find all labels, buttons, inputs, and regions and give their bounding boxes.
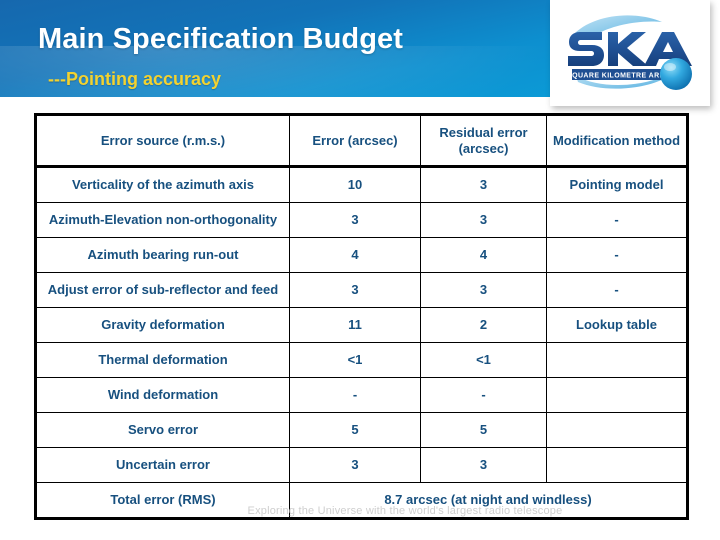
cell-error-source: Azimuth-Elevation non-orthogonality [35, 202, 290, 238]
table-row: Verticality of the azimuth axis 10 3 Poi… [35, 166, 688, 203]
cell-modification-method [546, 447, 688, 483]
ska-logo: SQUARE KILOMETRE ARRAY [567, 15, 692, 90]
cell-residual-error: 2 [420, 307, 547, 343]
cell-modification-method [546, 342, 688, 378]
cell-error: 3 [289, 202, 421, 238]
table-row: Azimuth bearing run-out 4 4 - [35, 237, 688, 273]
cell-error-source: Gravity deformation [35, 307, 290, 343]
cell-error: 4 [289, 237, 421, 273]
cell-modification-method: - [546, 237, 688, 273]
specification-budget-table: Error source (r.m.s.) Error (arcsec) Res… [34, 113, 689, 520]
cell-modification-method [546, 412, 688, 448]
cell-modification-method: Pointing model [546, 166, 688, 203]
cell-error: 3 [289, 447, 421, 483]
cell-modification-method [546, 377, 688, 413]
column-header-residual-error: Residual error (arcsec) [420, 114, 547, 168]
page-subtitle: ---Pointing accuracy [48, 69, 222, 89]
table-header-row: Error source (r.m.s.) Error (arcsec) Res… [35, 114, 688, 168]
cell-error-source: Thermal deformation [35, 342, 290, 378]
table-row: Adjust error of sub-reflector and feed 3… [35, 272, 688, 308]
cell-residual-error: 3 [420, 166, 547, 203]
cell-residual-error: 3 [420, 202, 547, 238]
cell-error: 11 [289, 307, 421, 343]
table-row: Wind deformation - - [35, 377, 688, 413]
cell-modification-method: - [546, 202, 688, 238]
column-header-error: Error (arcsec) [289, 114, 421, 168]
cell-error-source: Verticality of the azimuth axis [35, 166, 290, 203]
cell-error-source: Wind deformation [35, 377, 290, 413]
cell-residual-error: - [420, 377, 547, 413]
cell-error-source: Servo error [35, 412, 290, 448]
cell-residual-error: 5 [420, 412, 547, 448]
cell-residual-error: 3 [420, 447, 547, 483]
logo-panel: SQUARE KILOMETRE ARRAY [550, 0, 710, 106]
cell-residual-error: 4 [420, 237, 547, 273]
page-title: Main Specification Budget [38, 23, 404, 55]
cell-modification-method: - [546, 272, 688, 308]
cell-error: - [289, 377, 421, 413]
table-row: Azimuth-Elevation non-orthogonality 3 3 … [35, 202, 688, 238]
cell-error: 3 [289, 272, 421, 308]
cell-error: 5 [289, 412, 421, 448]
table-row: Thermal deformation <1 <1 [35, 342, 688, 378]
table-row: Uncertain error 3 3 [35, 447, 688, 483]
table-row: Gravity deformation 11 2 Lookup table [35, 307, 688, 343]
column-header-modification-method: Modification method [546, 114, 688, 168]
cell-error-source: Uncertain error [35, 447, 290, 483]
cell-error-source: Adjust error of sub-reflector and feed [35, 272, 290, 308]
cell-error-source: Azimuth bearing run-out [35, 237, 290, 273]
table-row: Servo error 5 5 [35, 412, 688, 448]
column-header-error-source: Error source (r.m.s.) [35, 114, 290, 168]
cell-residual-error: <1 [420, 342, 547, 378]
cell-modification-method: Lookup table [546, 307, 688, 343]
cell-error: <1 [289, 342, 421, 378]
logo-tagline: SQUARE KILOMETRE ARRAY [567, 72, 675, 79]
slide-header-band: Main Specification Budget ---Pointing ac… [0, 0, 552, 97]
cell-residual-error: 3 [420, 272, 547, 308]
footer-tagline: Exploring the Universe with the world's … [247, 505, 563, 517]
cell-error: 10 [289, 166, 421, 203]
